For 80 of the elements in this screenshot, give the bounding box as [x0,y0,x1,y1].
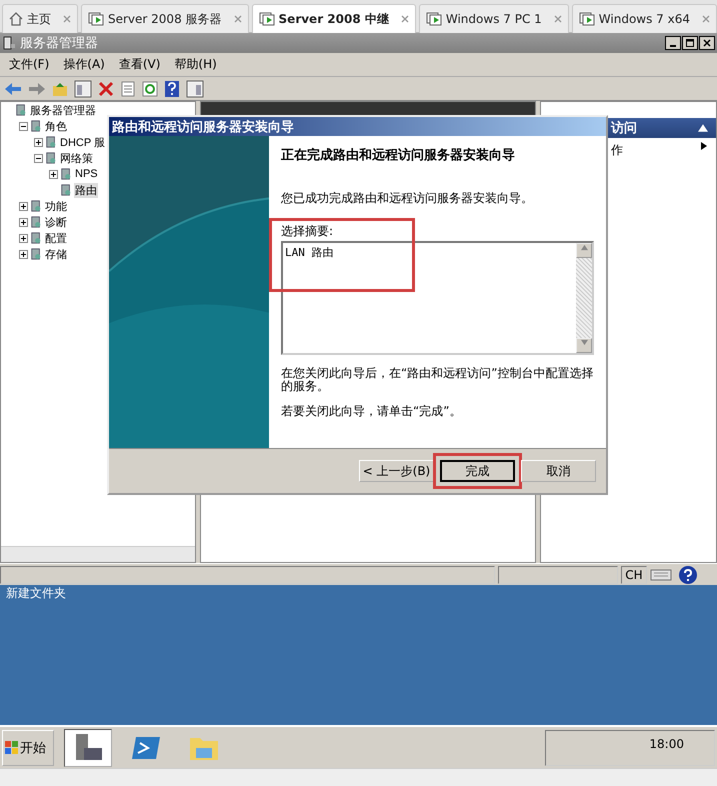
expand-icon[interactable] [34,138,43,146]
windows-logo-icon [5,740,19,754]
tree-item[interactable]: 功能 [44,198,68,214]
delete-icon[interactable] [98,80,114,96]
pane-icon[interactable] [186,80,204,98]
expand-icon[interactable] [19,250,28,258]
intro-text: 您已成功完成路由和远程访问服务器安装向导。 [281,192,534,205]
wizard-heading: 正在完成路由和远程访问服务器安装向导 [281,146,516,164]
note-text: 在您关闭此向导后，在“路由和远程访问”控制台中配置选择的服务。 [281,367,594,393]
server-icon [2,36,16,50]
tree-item[interactable]: 服务器管理器 [29,102,97,118]
window-title: 服务器管理器 [20,35,98,52]
menu-item[interactable]: 操作(A) [63,56,105,73]
menu-item[interactable]: 文件(F) [9,56,50,73]
node-icon [15,104,27,116]
summary-field: LAN 路由 [281,241,594,355]
close-icon [703,39,711,47]
maximize-icon [686,39,694,47]
minimize-button[interactable] [665,36,681,50]
menu-item[interactable]: 查看(V) [118,56,160,73]
keyboard-icon[interactable] [650,568,672,582]
node-icon [45,152,57,164]
maximize-button[interactable] [682,36,698,50]
node-icon [30,120,42,132]
dialog-button[interactable]: < 上一步(B) [359,460,434,482]
start-button[interactable]: 开始 [2,730,54,766]
node-icon [45,136,57,148]
expand-icon[interactable] [19,202,28,210]
submenu-arrow-icon[interactable] [700,142,708,150]
scroll-down-button[interactable] [576,338,592,353]
collapse-icon[interactable] [19,122,28,130]
vm-tab[interactable]: Server 2008 中继 [252,4,416,33]
close-icon[interactable] [400,15,409,23]
expand-icon[interactable] [49,170,58,178]
vm-icon [426,12,442,26]
back-icon[interactable] [4,82,22,96]
tree-item[interactable]: NPS [74,168,99,180]
collapse-icon[interactable] [34,154,43,162]
vm-icon [578,12,595,26]
tree-item[interactable]: 存储 [44,246,68,262]
summary-label: 选择摘要: [281,225,334,238]
vm-icon [88,12,104,26]
vm-tab[interactable]: Server 2008 服务器 [81,4,249,33]
server-manager-icon[interactable] [64,728,112,766]
desktop-icon-label[interactable]: 新建文件夹 [6,586,66,600]
node-icon [30,200,42,212]
dialog-button[interactable]: 取消 [521,460,596,482]
close-hint: 若要关闭此向导，请单击“完成”。 [281,405,462,418]
expand-icon[interactable] [19,218,28,226]
vm-tab[interactable]: Windows 7 PC 1 [418,4,569,33]
tree-item[interactable]: 网络策 [59,150,94,166]
menu-item[interactable]: 帮助(H) [174,56,217,73]
clock: 18:00 [649,736,684,750]
node-icon [30,248,42,260]
expand-icon[interactable] [19,234,28,242]
home-icon [9,12,23,26]
node-icon [60,184,72,196]
tree-item[interactable]: 配置 [44,230,68,246]
collapse-icon[interactable] [698,123,708,133]
language-indicator: CH [621,566,647,584]
tree-item[interactable]: DHCP 服 [59,134,106,150]
folder-up-icon[interactable] [52,80,68,96]
tree-item[interactable]: 路由 [74,182,98,198]
tree-item[interactable]: 角色 [44,118,68,134]
properties-icon[interactable] [120,80,136,96]
node-icon [30,232,42,244]
vm-icon [258,12,275,26]
refresh-icon[interactable] [142,80,158,96]
vm-tab[interactable]: Windows 7 x64 [572,4,717,33]
close-button[interactable] [699,36,715,50]
dialog-title: 路由和远程访问服务器安装向导 [109,117,606,136]
tree-item[interactable]: 诊断 [44,214,68,230]
node-icon [60,168,72,180]
action-item[interactable]: 作 [541,138,716,159]
scroll-up-button[interactable] [576,243,592,258]
pane-icon[interactable] [74,80,92,98]
node-icon [30,216,42,228]
help-icon[interactable] [164,80,180,98]
vm-tab[interactable]: 主页 [2,4,78,33]
help-icon[interactable] [678,564,698,584]
